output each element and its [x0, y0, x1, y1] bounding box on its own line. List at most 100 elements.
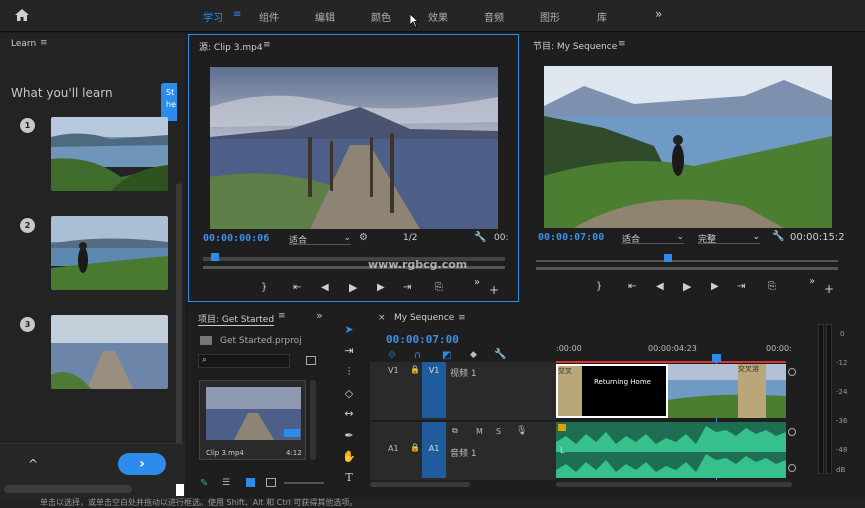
playhead-marker[interactable] — [712, 354, 721, 362]
horizontal-scrollbar[interactable] — [4, 485, 132, 493]
go-to-out-button[interactable]: ⇥ — [403, 282, 411, 293]
lesson-thumbnail[interactable] — [51, 216, 168, 290]
learn-scrollbar[interactable] — [176, 183, 182, 473]
hand-tool-icon[interactable]: ✋ — [341, 449, 357, 465]
home-icon[interactable] — [14, 8, 30, 22]
pencil-icon[interactable]: ✎ — [200, 478, 208, 489]
timeline-h-scrollbar[interactable] — [556, 482, 792, 487]
v1-source[interactable]: V1 — [388, 366, 399, 375]
linked-selection-icon[interactable]: ∩ — [414, 350, 421, 361]
tab-learn[interactable]: 学习 — [203, 9, 223, 24]
a1-source[interactable]: A1 — [388, 444, 399, 453]
selection-tool-icon[interactable]: ➤ — [341, 322, 357, 338]
pen-tool-icon[interactable]: ✒ — [341, 428, 357, 444]
more-panels-icon[interactable]: » — [316, 309, 323, 322]
tab-libraries[interactable]: 库 — [597, 9, 607, 24]
zoom-slider[interactable] — [284, 482, 324, 484]
panel-menu-icon[interactable]: ≡ — [278, 311, 286, 321]
a1-target[interactable]: A1 — [422, 422, 446, 478]
insert-button[interactable]: ⎘ — [435, 282, 443, 293]
source-timecode[interactable]: 00:00:00:06 — [203, 233, 269, 244]
mark-out-button[interactable]: } — [596, 281, 602, 292]
clip-tile[interactable]: Clip 3.mp4 4:12 — [199, 380, 306, 460]
mark-out-button[interactable]: } — [261, 282, 267, 293]
project-scrollbar[interactable] — [310, 380, 316, 460]
lesson-thumbnail[interactable] — [51, 117, 168, 191]
panel-menu-icon[interactable]: ≡ — [458, 313, 466, 323]
audio-clip[interactable]: L — [556, 422, 786, 478]
freeform-view-icon[interactable] — [266, 478, 276, 487]
wrench-icon[interactable]: 🔧 — [494, 349, 506, 360]
wrench-icon[interactable]: 🔧 — [474, 232, 486, 243]
panel-menu-icon[interactable]: ≡ — [40, 38, 48, 48]
go-to-in-button[interactable]: ⇤ — [628, 281, 636, 292]
close-icon[interactable]: × — [378, 313, 386, 323]
more-controls-icon[interactable]: » — [474, 277, 480, 288]
header-h-scrollbar[interactable] — [370, 482, 470, 487]
add-button[interactable]: + — [824, 282, 834, 296]
track-height-handle[interactable] — [788, 464, 796, 472]
work-area-bar[interactable] — [556, 361, 786, 363]
lock-icon[interactable]: 🔒 — [410, 443, 420, 452]
search-input[interactable]: ⌕ — [198, 354, 290, 368]
type-tool-icon[interactable]: T — [341, 470, 357, 486]
source-resolution[interactable]: 1/2 — [403, 233, 417, 243]
step-back-button[interactable]: ◀ — [321, 282, 329, 293]
program-timecode[interactable]: 00:00:07:00 — [538, 232, 604, 243]
play-button[interactable]: ▶ — [683, 280, 691, 293]
track-select-tool-icon[interactable]: ⇥ — [341, 343, 357, 359]
sync-lock-icon[interactable]: ⧉ — [452, 426, 458, 436]
step-back-button[interactable]: ◀ — [656, 281, 664, 292]
panel-menu-icon[interactable]: ≡ — [618, 39, 626, 49]
playhead-marker[interactable] — [211, 253, 219, 261]
snap-icon[interactable]: ⟐ — [388, 350, 396, 361]
lesson-thumbnail[interactable] — [51, 315, 168, 389]
back-button[interactable]: ^ — [28, 457, 38, 471]
marker-icon[interactable]: ◆ — [470, 350, 477, 360]
tab-editing[interactable]: 编辑 — [315, 9, 335, 24]
export-frame-button[interactable]: ⎘ — [768, 281, 776, 292]
wrench-icon[interactable]: 🔧 — [772, 231, 784, 242]
more-controls-icon[interactable]: » — [809, 276, 815, 287]
go-to-in-button[interactable]: ⇤ — [293, 282, 301, 293]
icon-view-icon[interactable] — [246, 478, 255, 487]
v1-target[interactable]: V1 — [422, 362, 446, 418]
track-height-handle[interactable] — [788, 428, 796, 436]
next-button[interactable]: › — [118, 453, 166, 475]
more-workspaces-icon[interactable]: » — [655, 7, 662, 21]
track-height-handle[interactable] — [788, 368, 796, 376]
new-bin-icon[interactable] — [306, 356, 316, 365]
razor-tool-icon[interactable]: ◇ — [341, 386, 357, 402]
playhead-marker[interactable] — [664, 254, 672, 262]
program-quality-dropdown[interactable]: 完整 ⌄ — [698, 232, 760, 245]
tab-assembly[interactable]: 组件 — [259, 9, 279, 24]
add-marker-icon[interactable]: ◩ — [442, 350, 451, 361]
lock-icon[interactable]: 🔒 — [410, 365, 420, 374]
settings-icon[interactable]: ⚙ — [359, 232, 368, 243]
tab-color[interactable]: 颜色 — [371, 9, 391, 24]
mute-button[interactable]: M — [476, 427, 483, 436]
step-forward-button[interactable]: ▶ — [377, 282, 385, 293]
tab-graphics[interactable]: 图形 — [540, 9, 560, 24]
slip-tool-icon[interactable]: ↔ — [341, 406, 357, 422]
solo-button[interactable]: S — [496, 427, 501, 436]
video-clip[interactable]: 交叉溶 — [668, 364, 786, 418]
list-view-icon[interactable]: ☰ — [222, 478, 230, 488]
play-button[interactable]: ▶ — [349, 281, 357, 294]
tab-audio[interactable]: 音频 — [484, 9, 504, 24]
tab-effects[interactable]: 效果 — [428, 9, 448, 24]
tutorial-callout[interactable]: St he — [161, 83, 177, 121]
microphone-icon[interactable]: 🎙 — [516, 426, 527, 436]
program-zoom-scroll[interactable] — [536, 267, 838, 270]
add-button[interactable]: + — [489, 283, 499, 297]
step-forward-button[interactable]: ▶ — [711, 281, 719, 292]
go-to-out-button[interactable]: ⇥ — [737, 281, 745, 292]
ripple-edit-tool-icon[interactable]: ⫶ — [341, 364, 357, 380]
program-zoom-dropdown[interactable]: 适合 ⌄ — [622, 232, 684, 245]
timeline-timecode[interactable]: 00:00:07:00 — [386, 333, 459, 346]
source-zoom-dropdown[interactable]: 适合 ⌄ — [289, 233, 351, 246]
workspace-menu-icon[interactable]: ≡ — [233, 9, 241, 20]
panel-menu-icon[interactable]: ≡ — [263, 40, 271, 50]
program-scrubber[interactable] — [536, 260, 838, 262]
title-clip[interactable]: 交叉 Returning Home — [556, 364, 668, 418]
